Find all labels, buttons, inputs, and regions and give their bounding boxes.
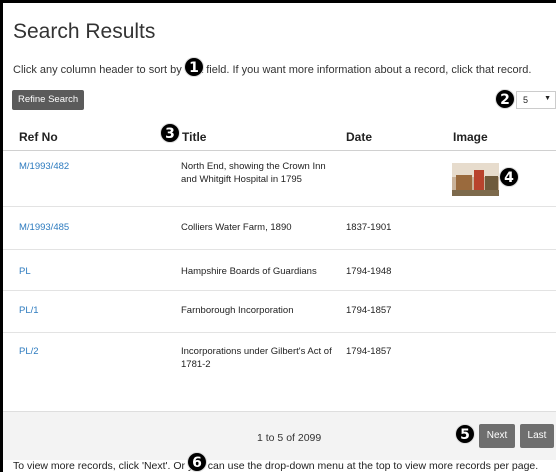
- pagination-info: 1 to 5 of 2099: [257, 432, 322, 444]
- row-divider: [3, 206, 556, 207]
- row-5-ref-link[interactable]: PL/2: [19, 345, 39, 358]
- callout-badge-5: 5: [455, 424, 475, 444]
- row-3-title[interactable]: Hampshire Boards of Guardians: [181, 265, 341, 278]
- column-header-ref-no[interactable]: Ref No: [19, 130, 58, 144]
- callout-badge-3: 3: [160, 123, 180, 143]
- row-5-date[interactable]: 1794-1857: [346, 345, 391, 358]
- callout-badge-1: 1: [184, 57, 204, 77]
- row-1-ref-link[interactable]: M/1993/482: [19, 160, 69, 173]
- row-divider: [3, 332, 556, 333]
- last-page-button[interactable]: Last: [520, 424, 554, 448]
- chevron-down-icon: ▼: [544, 95, 551, 102]
- column-header-title[interactable]: Title: [182, 130, 206, 144]
- callout-badge-4: 4: [499, 167, 519, 187]
- row-3-ref-link[interactable]: PL: [19, 265, 31, 278]
- row-4-date[interactable]: 1794-1857: [346, 304, 391, 317]
- row-4-ref-link[interactable]: PL/1: [19, 304, 39, 317]
- page-title: Search Results: [13, 20, 156, 43]
- row-5-title[interactable]: Incorporations under Gilbert's Act of 17…: [181, 345, 341, 371]
- header-divider: [3, 150, 556, 151]
- row-2-title[interactable]: Colliers Water Farm, 1890: [181, 221, 341, 234]
- row-1-title[interactable]: North End, showing the Crown Inn and Whi…: [181, 160, 341, 186]
- refine-search-button[interactable]: Refine Search: [12, 90, 85, 110]
- callout-badge-2: 2: [495, 89, 515, 109]
- intro-text: Click any column header to sort by that …: [13, 64, 532, 76]
- column-header-date[interactable]: Date: [346, 130, 372, 144]
- search-results-page: Search Results Click any column header t…: [3, 3, 556, 472]
- row-divider: [3, 249, 556, 250]
- row-3-date[interactable]: 1794-1948: [346, 265, 391, 278]
- row-1-image-thumbnail[interactable]: [452, 163, 499, 196]
- callout-badge-6: 6: [187, 452, 207, 472]
- help-text: To view more records, click 'Next'. Or y…: [13, 460, 539, 472]
- row-2-date[interactable]: 1837-1901: [346, 221, 391, 234]
- row-2-ref-link[interactable]: M/1993/485: [19, 221, 69, 234]
- column-header-image[interactable]: Image: [453, 130, 488, 144]
- row-4-title[interactable]: Farnborough Incorporation: [181, 304, 341, 317]
- row-divider: [3, 290, 556, 291]
- per-page-value: 5: [523, 95, 529, 105]
- next-page-button[interactable]: Next: [479, 424, 515, 448]
- records-per-page-select[interactable]: 5 ▼: [516, 91, 556, 109]
